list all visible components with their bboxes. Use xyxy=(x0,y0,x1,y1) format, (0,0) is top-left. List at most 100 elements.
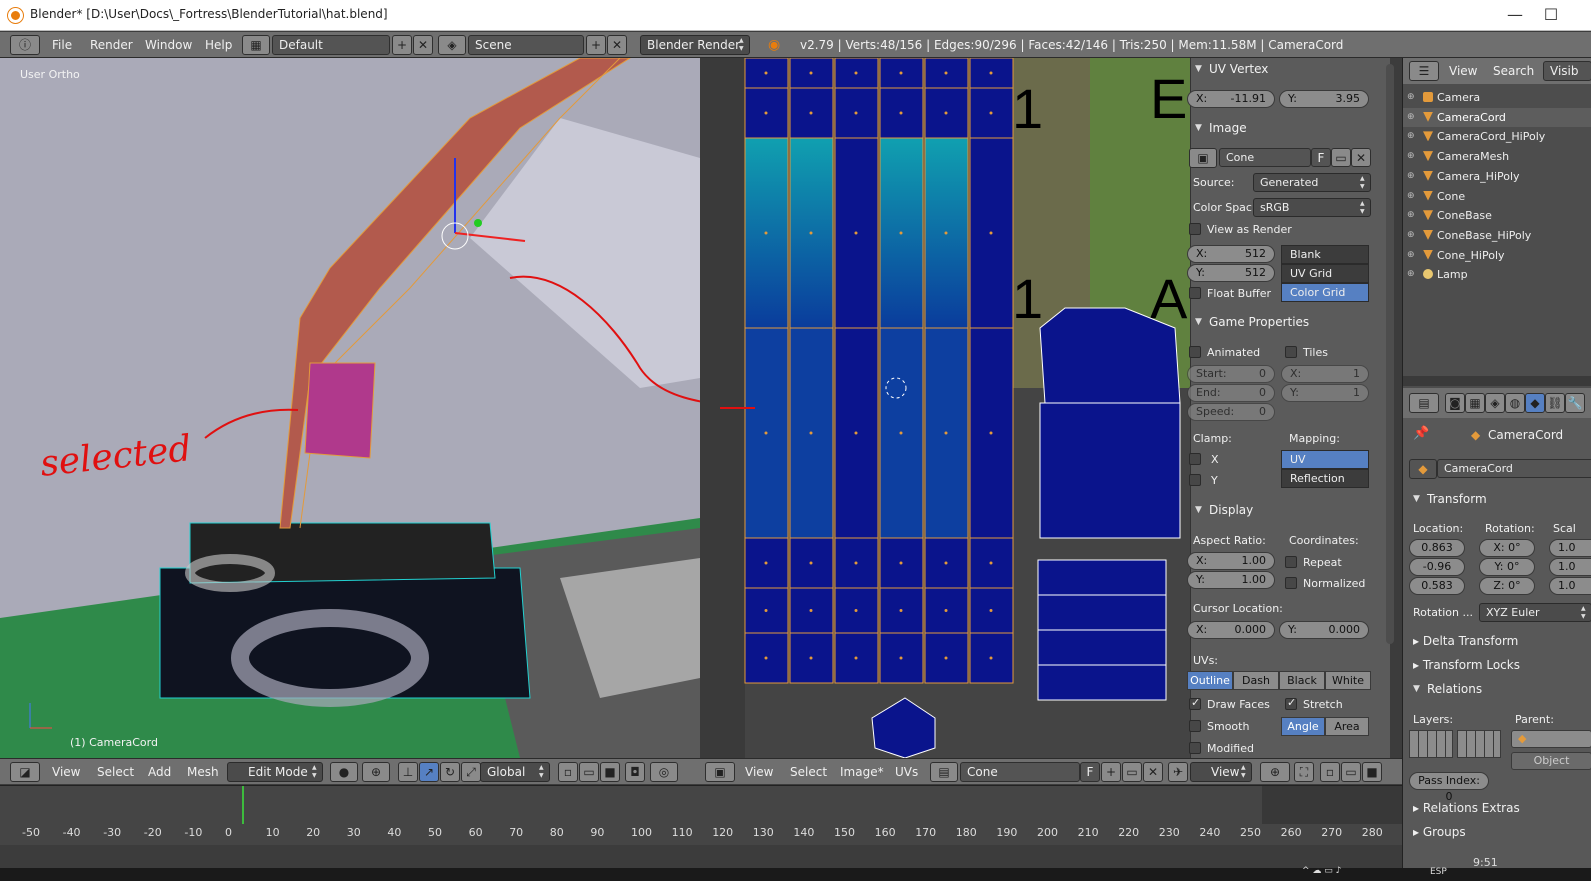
scene-tab-icon[interactable]: ◈ xyxy=(1485,393,1505,413)
image-datablock-icon[interactable]: ▣ xyxy=(1189,148,1217,168)
new-image-icon[interactable]: + xyxy=(1101,762,1121,782)
expand-icon[interactable]: ⊕ xyxy=(1407,127,1415,146)
add-layout-icon[interactable]: + xyxy=(392,35,412,55)
editor-type-properties-icon[interactable]: ▤ xyxy=(1409,393,1439,413)
clock[interactable]: 9:51 xyxy=(1473,856,1498,869)
pass-index-field[interactable]: Pass Index: 0 xyxy=(1409,772,1489,803)
image-height[interactable]: Y: 512 xyxy=(1187,264,1275,282)
anim-end[interactable]: End: 0 xyxy=(1187,384,1275,402)
remove-scene-icon[interactable]: ✕ xyxy=(607,35,627,55)
mapping-uv-coordinates[interactable]: UV Coordinates xyxy=(1281,450,1369,483)
outliner-item[interactable]: ⊕ Camera_HiPoly xyxy=(1403,167,1591,186)
uv-vertex-panel-header[interactable]: UV Vertex xyxy=(1191,58,1391,80)
type-uv-grid-option[interactable]: UV Grid xyxy=(1281,264,1369,283)
remove-layout-icon[interactable]: ✕ xyxy=(413,35,433,55)
rotation-z[interactable]: Z: 0° xyxy=(1479,577,1535,595)
smooth-checkbox[interactable] xyxy=(1189,720,1201,732)
type-blank-option[interactable]: Blank xyxy=(1281,245,1369,264)
normalized-checkbox[interactable] xyxy=(1285,577,1297,589)
rotation-mode-dropdown[interactable]: XYZ Euler xyxy=(1479,603,1591,622)
float-buffer-checkbox[interactable] xyxy=(1189,287,1201,299)
unlink-image-icon[interactable]: ✕ xyxy=(1143,762,1163,782)
layout-field[interactable]: Default xyxy=(272,35,390,55)
uv-menu-view[interactable]: View xyxy=(745,765,773,779)
clamp-y-checkbox[interactable] xyxy=(1189,474,1201,486)
outliner-item[interactable]: ⊕ Camera xyxy=(1403,88,1591,107)
repeat-checkbox[interactable] xyxy=(1285,556,1297,568)
parent-type-field[interactable]: Object xyxy=(1511,752,1591,770)
face-select-icon[interactable]: ■ xyxy=(600,762,620,782)
cursor-y[interactable]: Y: 0.000 xyxy=(1279,621,1369,639)
cursor-x[interactable]: X: 0.000 xyxy=(1187,621,1275,639)
expand-icon[interactable]: ⊕ xyxy=(1407,187,1415,206)
mapping-reflection[interactable]: Reflection xyxy=(1281,469,1369,488)
uv-vertex-x[interactable]: X: -11.91 xyxy=(1187,90,1275,108)
modifiers-tab-icon[interactable]: 🔧 xyxy=(1565,393,1585,413)
timeline[interactable]: -50 -40 -30 -20 -10 0 10 20 30 40 50 60 70 80 90 100 110… xyxy=(0,785,1402,845)
minimize-icon[interactable]: — xyxy=(1505,5,1525,25)
image-panel-header[interactable]: Image xyxy=(1191,117,1391,139)
display-panel-header[interactable]: Display xyxy=(1191,499,1391,521)
outliner-item[interactable]: ⊕ CameraMesh xyxy=(1403,147,1591,166)
expand-icon[interactable]: ⊕ xyxy=(1407,88,1415,107)
menu-view[interactable]: View xyxy=(52,765,80,779)
expand-icon[interactable]: ⊕ xyxy=(1407,265,1415,284)
vertex-select-icon[interactable]: ▫ xyxy=(558,762,578,782)
outliner-menu-search[interactable]: Search xyxy=(1493,64,1534,78)
uv-style-dash[interactable]: Dash xyxy=(1233,671,1279,690)
uv-edge-mode-icon[interactable]: ▭ xyxy=(1341,762,1361,782)
uv-style-black[interactable]: Black xyxy=(1279,671,1325,690)
scale-x[interactable]: 1.0 xyxy=(1549,539,1591,557)
limit-selection-icon[interactable]: ◘ xyxy=(625,762,645,782)
scale-icon[interactable]: ⤢ xyxy=(461,762,481,782)
pin-image-icon[interactable]: ✈ xyxy=(1168,762,1188,782)
transform-locks-panel[interactable]: ▸ Transform Locks xyxy=(1413,658,1520,672)
relations-extras-panel[interactable]: ▸ Relations Extras xyxy=(1413,801,1520,815)
rotation-y[interactable]: Y: 0° xyxy=(1479,558,1535,576)
menu-file[interactable]: File xyxy=(52,38,72,52)
relations-panel-header[interactable]: Relations xyxy=(1409,678,1591,700)
world-tab-icon[interactable]: ◍ xyxy=(1505,393,1525,413)
npanel-scrollbar[interactable] xyxy=(1386,64,1394,644)
expand-icon[interactable]: ⊕ xyxy=(1407,108,1415,127)
uv-pivot-icon[interactable]: ⊕ xyxy=(1260,762,1290,782)
npanel-image-name[interactable]: Cone xyxy=(1219,148,1311,167)
transform-panel-header[interactable]: Transform xyxy=(1409,488,1591,510)
image-width[interactable]: X: 512 xyxy=(1187,245,1275,263)
layout-icon[interactable]: ▦ xyxy=(242,35,270,55)
type-color-grid-option[interactable]: Color Grid xyxy=(1281,283,1369,302)
tiles-checkbox[interactable] xyxy=(1285,346,1297,358)
outliner-display-filter[interactable]: Visib xyxy=(1543,61,1591,81)
image-name-field[interactable]: Cone xyxy=(960,762,1080,782)
uv-menu-image[interactable]: Image* xyxy=(840,765,884,779)
outliner-item[interactable]: ⊕ ConeBase xyxy=(1403,206,1591,225)
pin-icon[interactable]: 📌 xyxy=(1413,426,1429,441)
uv-view-dropdown[interactable]: View xyxy=(1190,762,1252,782)
uv-menu-select[interactable]: Select xyxy=(790,765,827,779)
open-image-icon[interactable]: ▭ xyxy=(1122,762,1142,782)
game-properties-header[interactable]: Game Properties xyxy=(1191,311,1391,333)
current-frame-marker[interactable] xyxy=(242,786,244,824)
tiles-y[interactable]: Y: 1 xyxy=(1281,384,1369,402)
stretch-checkbox[interactable] xyxy=(1285,696,1297,710)
groups-panel[interactable]: ▸ Groups xyxy=(1413,825,1466,839)
clamp-x-checkbox[interactable] xyxy=(1189,453,1201,465)
manipulator-icon[interactable]: ⊥ xyxy=(398,762,418,782)
location-z[interactable]: 0.583 xyxy=(1409,577,1465,595)
uv-style-white[interactable]: White xyxy=(1325,671,1371,690)
image-browse-icon[interactable]: ▤ xyxy=(930,762,958,782)
location-x[interactable]: 0.863 xyxy=(1409,539,1465,557)
location-y[interactable]: -0.96 xyxy=(1409,558,1465,576)
anim-start[interactable]: Start: 0 xyxy=(1187,365,1275,383)
fake-user-button[interactable]: F xyxy=(1080,762,1100,782)
delta-transform-panel[interactable]: ▸ Delta Transform xyxy=(1413,634,1518,648)
menu-render[interactable]: Render xyxy=(90,38,133,52)
menu-help[interactable]: Help xyxy=(205,38,232,52)
add-scene-icon[interactable]: + xyxy=(586,35,606,55)
draw-faces-checkbox[interactable] xyxy=(1189,696,1201,710)
uv-vertex-mode-icon[interactable]: ▫ xyxy=(1320,762,1340,782)
tray-icons[interactable]: ^ ☁ ▭ ♪ xyxy=(1302,866,1341,876)
outliner-item[interactable]: ⊕ Cone_HiPoly xyxy=(1403,246,1591,265)
colorspace-dropdown[interactable]: sRGB xyxy=(1253,198,1371,217)
uv-vertex-y[interactable]: Y: 3.95 xyxy=(1279,90,1369,108)
